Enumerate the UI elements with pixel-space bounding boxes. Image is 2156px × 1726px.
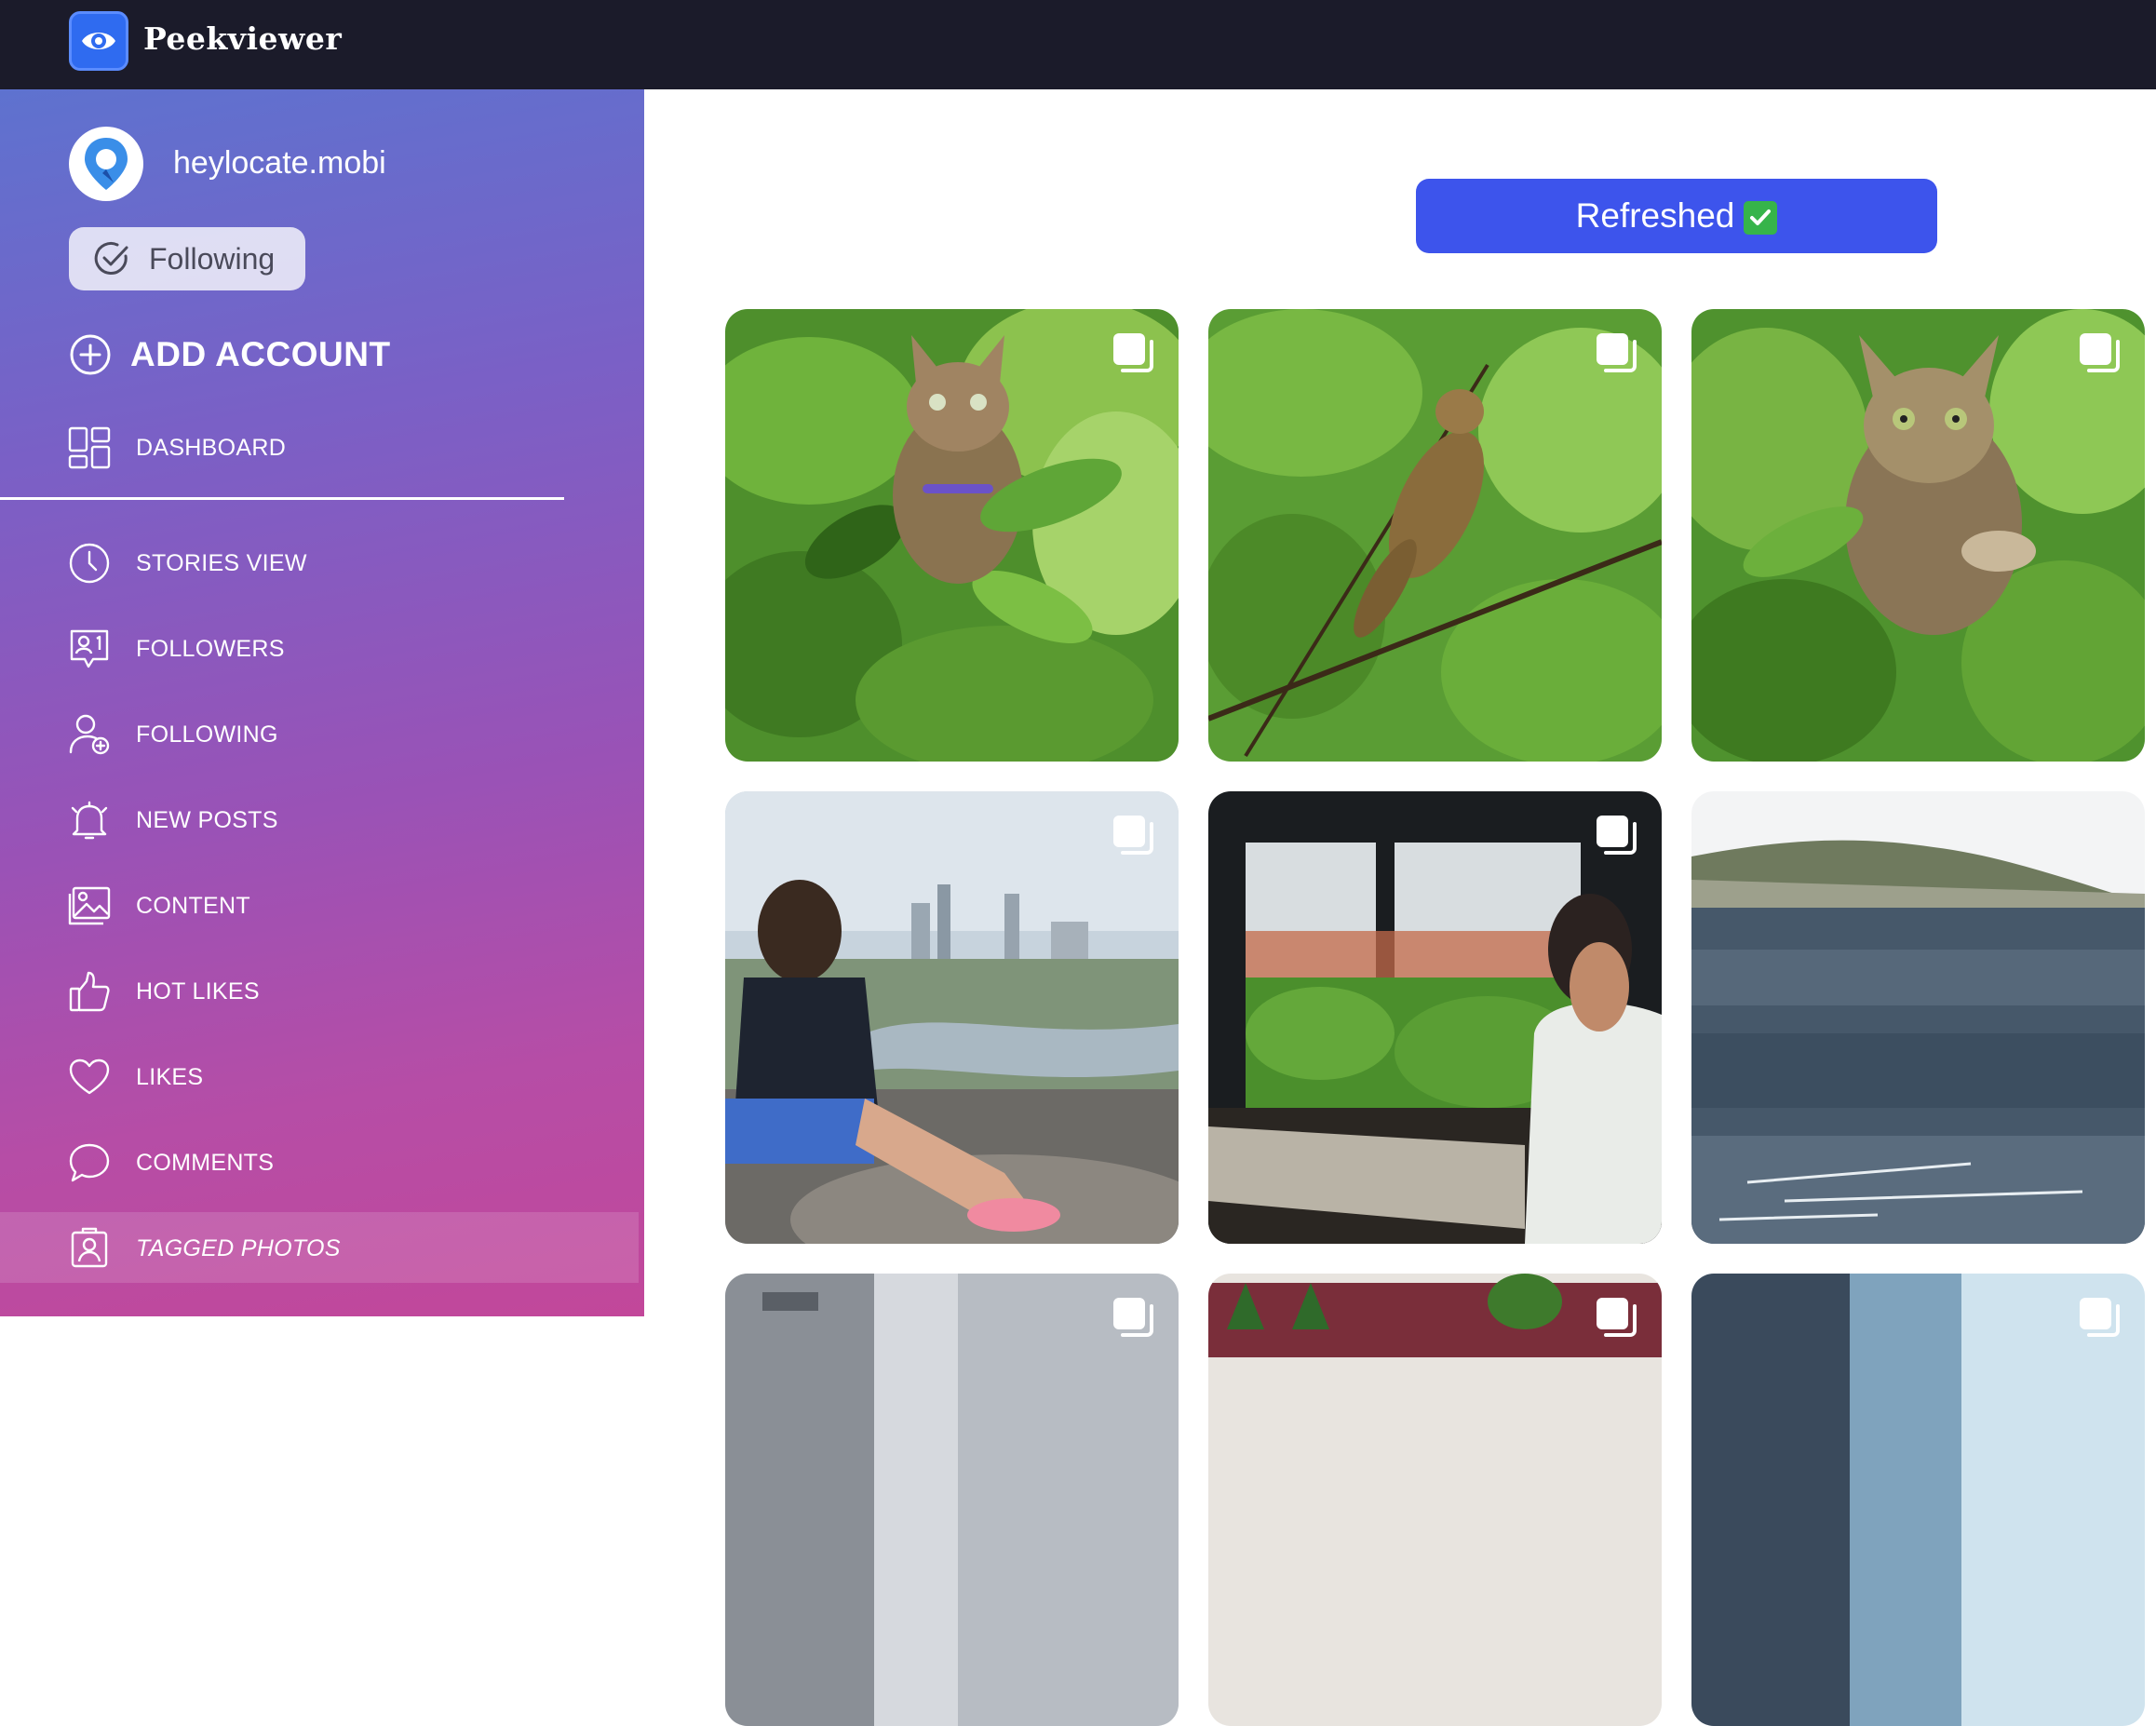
post-thumbnail[interactable] [1691, 309, 2145, 762]
sidebar-item-label: FOLLOWERS [136, 635, 285, 662]
multiple-photos-icon [1113, 1298, 1153, 1337]
post-thumbnail[interactable] [1208, 309, 1662, 762]
multiple-photos-icon [1113, 333, 1153, 372]
sidebar-item-label: HOT LIKES [136, 978, 260, 1005]
sidebar-item-label: DASHBOARD [136, 434, 287, 461]
sidebar-item-hot-likes[interactable]: HOT LIKES [67, 966, 588, 1017]
post-thumbnail[interactable] [725, 791, 1179, 1244]
post-thumbnail[interactable] [1691, 791, 2145, 1244]
dashboard-icon [67, 425, 112, 470]
refresh-button[interactable]: Refreshed [1416, 179, 1937, 253]
post-thumbnail[interactable] [1208, 1274, 1662, 1726]
sidebar-item-label: STORIES VIEW [136, 549, 307, 576]
sidebar-item-content[interactable]: CONTENT [67, 881, 588, 931]
account-name: heylocate.mobi [173, 145, 386, 181]
sidebar-item-stories-view[interactable]: STORIES VIEW [67, 538, 588, 588]
sidebar-item-label: NEW POSTS [136, 806, 278, 833]
comment-icon [67, 1140, 112, 1185]
add-user-icon [67, 712, 112, 757]
top-bar: Peekviewer [0, 0, 2156, 89]
image-icon [67, 883, 112, 928]
refresh-button-label: Refreshed [1575, 196, 1735, 235]
post-thumbnail[interactable] [1691, 1274, 2145, 1726]
multiple-photos-icon [1597, 333, 1637, 372]
check-mark-icon [1744, 201, 1778, 235]
add-account-label: ADD ACCOUNT [130, 335, 391, 373]
post-thumbnail[interactable] [725, 1274, 1179, 1726]
post-thumbnail[interactable] [725, 309, 1179, 762]
sidebar-item-tagged-photos[interactable]: TAGGED PHOTOS [67, 1223, 588, 1274]
tagged-person-icon [67, 1226, 112, 1271]
sidebar-item-label: LIKES [136, 1063, 204, 1090]
multiple-photos-icon [1597, 1298, 1637, 1337]
multiple-photos-icon [1597, 816, 1637, 855]
check-circle-icon [94, 241, 128, 275]
sidebar-item-dashboard[interactable]: DASHBOARD [67, 423, 588, 473]
bell-icon [67, 798, 112, 843]
following-button-label: Following [149, 241, 276, 276]
account-avatar[interactable] [69, 127, 143, 201]
plus-circle-icon [70, 334, 111, 375]
multiple-photos-icon [2080, 333, 2120, 372]
location-pin-icon [85, 138, 128, 190]
followers-icon [67, 627, 112, 671]
clock-icon [67, 541, 112, 586]
multiple-photos-icon [2080, 1298, 2120, 1337]
sidebar: heylocate.mobi Following ADD ACCOUNT DAS… [0, 89, 644, 1316]
heart-icon [67, 1055, 112, 1099]
sidebar-item-label: FOLLOWING [136, 721, 278, 748]
sidebar-item-followers[interactable]: FOLLOWERS [67, 624, 588, 674]
multiple-photos-icon [1113, 816, 1153, 855]
app-title[interactable]: Peekviewer [143, 20, 342, 57]
following-button[interactable]: Following [69, 227, 305, 290]
post-thumbnail[interactable] [1208, 791, 1662, 1244]
eye-icon[interactable] [69, 11, 128, 71]
sidebar-item-label: TAGGED PHOTOS [136, 1234, 341, 1261]
sidebar-item-label: CONTENT [136, 892, 250, 919]
sidebar-item-following[interactable]: FOLLOWING [67, 709, 588, 760]
thumbs-up-icon [67, 969, 112, 1014]
sidebar-item-likes[interactable]: LIKES [67, 1052, 588, 1102]
sidebar-item-comments[interactable]: COMMENTS [67, 1138, 588, 1188]
add-account-button[interactable]: ADD ACCOUNT [69, 333, 391, 376]
sidebar-item-new-posts[interactable]: NEW POSTS [67, 795, 588, 845]
sidebar-item-label: COMMENTS [136, 1149, 275, 1176]
sidebar-divider [0, 497, 564, 500]
